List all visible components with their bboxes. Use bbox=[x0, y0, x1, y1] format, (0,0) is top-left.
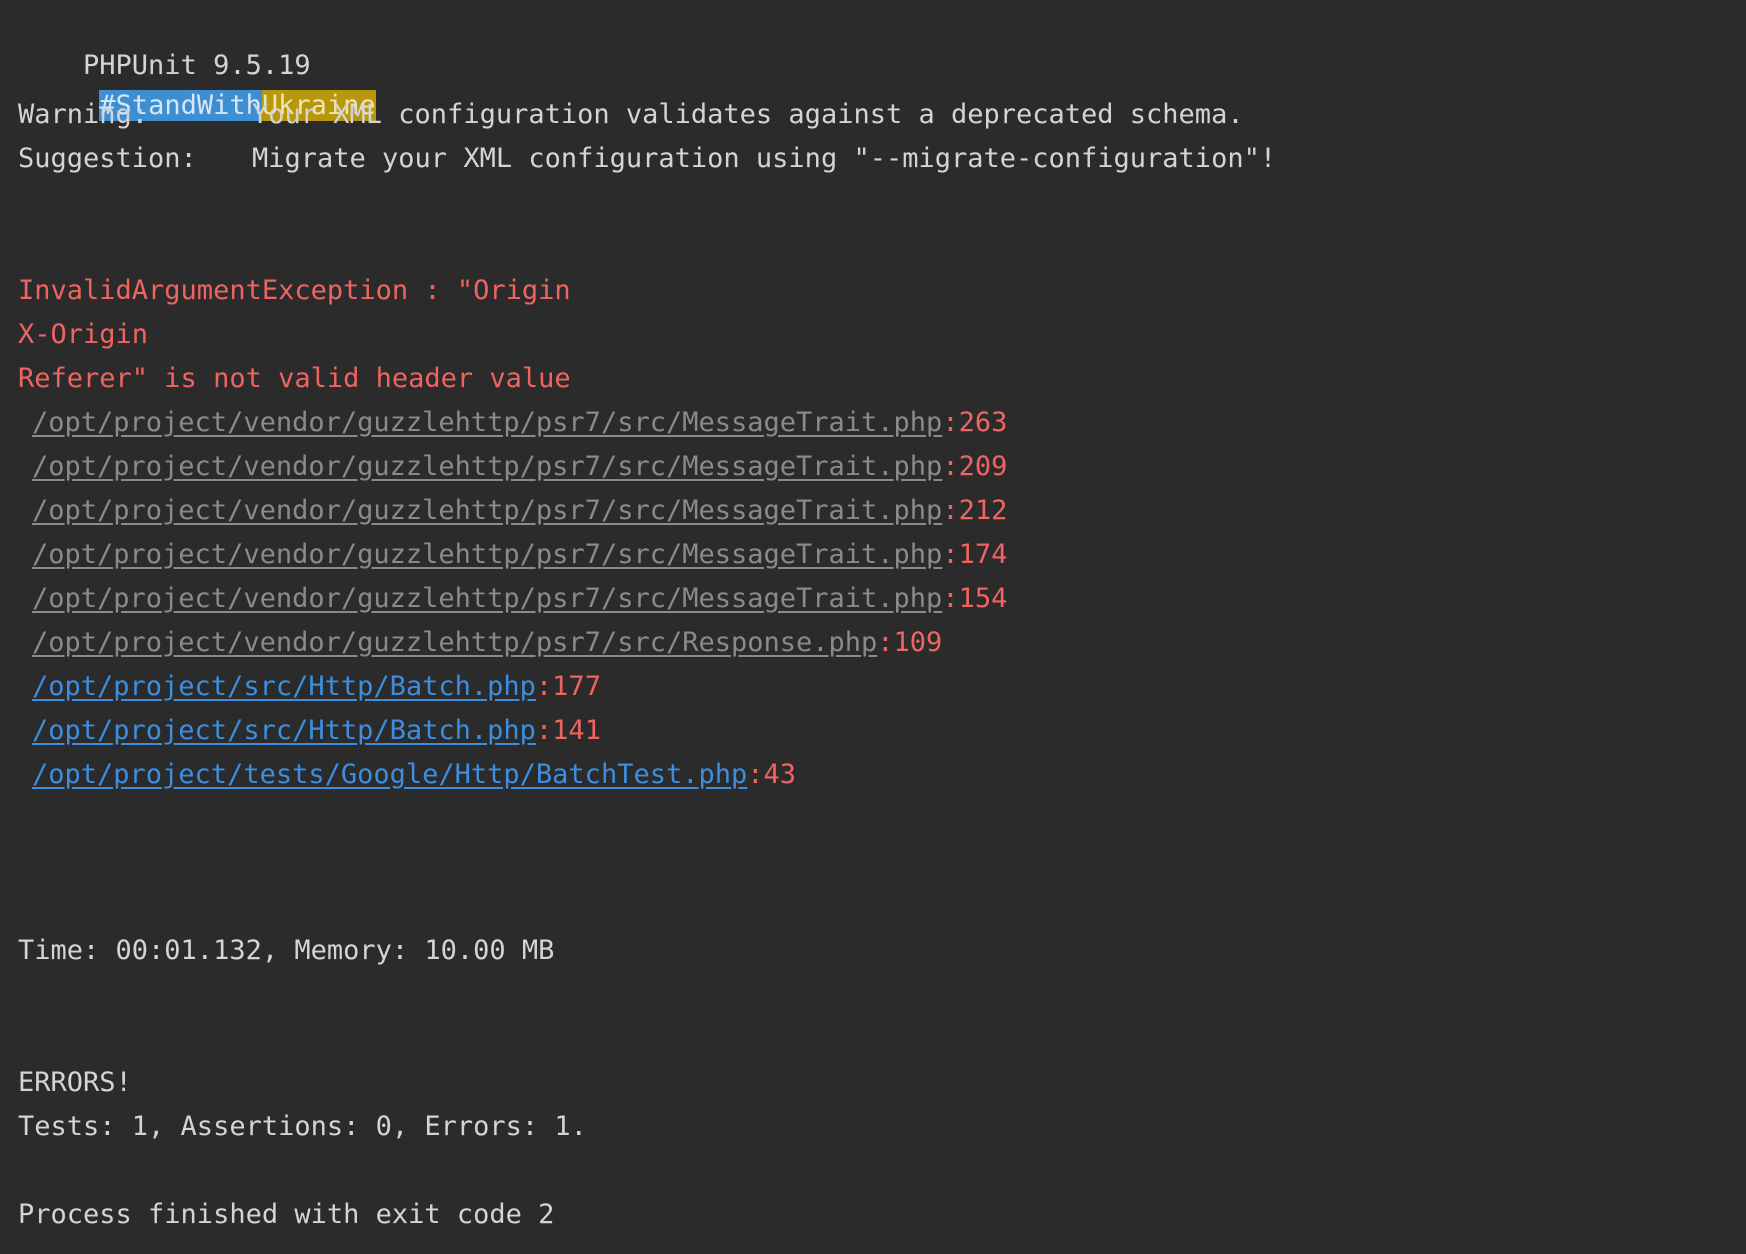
console-output: PHPUnit 9.5.19 #StandWithUkraine Warning… bbox=[0, 0, 1746, 1254]
stack-frame: /opt/project/vendor/guzzlehttp/psr7/src/… bbox=[32, 623, 942, 663]
stack-frame-link[interactable]: /opt/project/vendor/guzzlehttp/psr7/src/… bbox=[32, 539, 942, 570]
stack-frame-link[interactable]: /opt/project/vendor/guzzlehttp/psr7/src/… bbox=[32, 495, 942, 526]
stack-frame: /opt/project/src/Http/Batch.php:177 bbox=[32, 667, 601, 707]
stack-frame-link[interactable]: /opt/project/src/Http/Batch.php bbox=[32, 715, 536, 746]
warning-line: Warning: Your XML configuration validates… bbox=[18, 95, 1244, 135]
phpunit-header-line: PHPUnit 9.5.19 #StandWithUkraine bbox=[18, 6, 376, 121]
stack-frame-line-number: :209 bbox=[942, 451, 1008, 482]
stack-frame-link[interactable]: /opt/project/tests/Google/Http/BatchTest… bbox=[32, 759, 747, 790]
suggestion-line: Suggestion: Migrate your XML configuratio… bbox=[18, 139, 1276, 179]
stack-frame-line-number: :263 bbox=[942, 407, 1008, 438]
stack-frame-line-number: :154 bbox=[942, 583, 1008, 614]
stack-frame-line-number: :212 bbox=[942, 495, 1008, 526]
exception-message-line-3: Referer" is not valid header value bbox=[18, 363, 571, 394]
stack-frame-link[interactable]: /opt/project/src/Http/Batch.php bbox=[32, 671, 536, 702]
stack-frame: /opt/project/vendor/guzzlehttp/psr7/src/… bbox=[32, 491, 1007, 531]
exception-message-line-2: X-Origin bbox=[18, 319, 149, 350]
stack-frame-line-number: :109 bbox=[877, 627, 943, 658]
stack-frame-link[interactable]: /opt/project/vendor/guzzlehttp/psr7/src/… bbox=[32, 451, 942, 482]
stack-frame-link[interactable]: /opt/project/vendor/guzzlehttp/psr7/src/… bbox=[32, 627, 877, 658]
exit-code-line: Process finished with exit code 2 bbox=[18, 1199, 555, 1230]
stack-frame-line-number: :43 bbox=[747, 759, 797, 790]
errors-heading: ERRORS! bbox=[18, 1067, 132, 1098]
test-counts-line: Tests: 1, Assertions: 0, Errors: 1. bbox=[18, 1111, 587, 1142]
stack-frame-link[interactable]: /opt/project/vendor/guzzlehttp/psr7/src/… bbox=[32, 583, 942, 614]
suggestion-text: Migrate your XML configuration using "--… bbox=[252, 143, 1277, 174]
exception-message-line-1: InvalidArgumentException : "Origin bbox=[18, 275, 571, 306]
suggestion-label: Suggestion: bbox=[18, 143, 197, 174]
warning-text: Your XML configuration validates against… bbox=[252, 99, 1244, 130]
stack-frame-line-number: :177 bbox=[535, 671, 601, 702]
stack-frame-line-number: :174 bbox=[942, 539, 1008, 570]
time-memory-line: Time: 00:01.132, Memory: 10.00 MB bbox=[18, 935, 555, 966]
stack-frame-link[interactable]: /opt/project/vendor/guzzlehttp/psr7/src/… bbox=[32, 407, 942, 438]
stack-frame: /opt/project/vendor/guzzlehttp/psr7/src/… bbox=[32, 579, 1007, 619]
stack-frame: /opt/project/vendor/guzzlehttp/psr7/src/… bbox=[32, 535, 1007, 575]
stack-frame: /opt/project/src/Http/Batch.php:141 bbox=[32, 711, 601, 751]
stack-frame-line-number: :141 bbox=[535, 715, 601, 746]
stack-frame: /opt/project/tests/Google/Http/BatchTest… bbox=[32, 755, 796, 795]
phpunit-version: PHPUnit 9.5.19 bbox=[83, 50, 311, 81]
stack-frame: /opt/project/vendor/guzzlehttp/psr7/src/… bbox=[32, 403, 1007, 443]
warning-label: Warning: bbox=[18, 99, 149, 130]
stack-frame: /opt/project/vendor/guzzlehttp/psr7/src/… bbox=[32, 447, 1007, 487]
